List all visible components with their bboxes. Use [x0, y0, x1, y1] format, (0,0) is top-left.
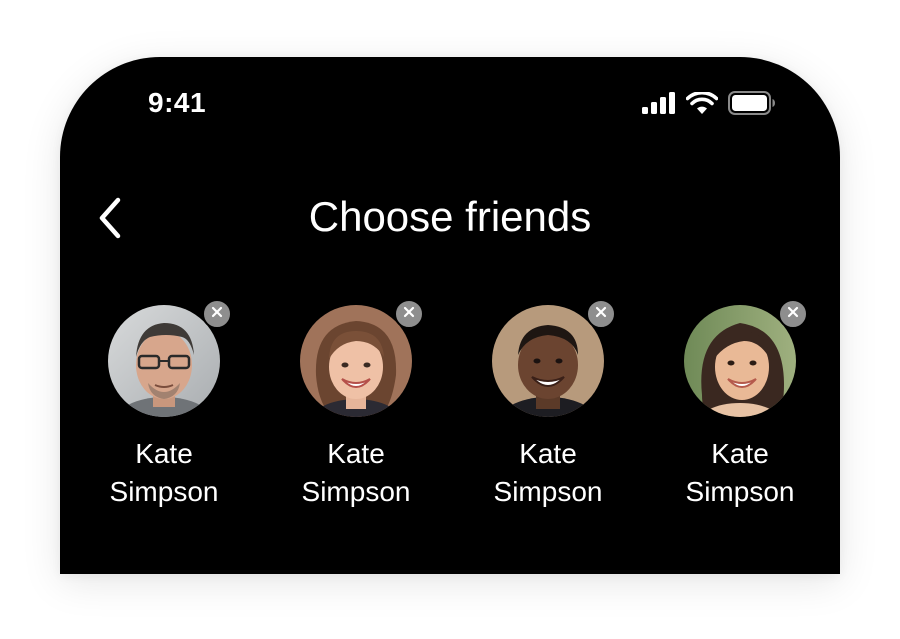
- close-icon: [211, 305, 223, 323]
- close-icon: [595, 305, 607, 323]
- phone-screen: 9:41 Choose friends Kate Simpson Kate Si…: [60, 57, 840, 574]
- friend-item[interactable]: Kate Simpson: [660, 299, 820, 511]
- avatar-wrap: [108, 299, 232, 417]
- page-title: Choose friends: [308, 193, 592, 240]
- avatar-wrap: [300, 299, 424, 417]
- remove-friend-button[interactable]: [778, 299, 808, 329]
- close-icon: [403, 305, 415, 323]
- remove-friend-button[interactable]: [202, 299, 232, 329]
- status-time: 9:41: [148, 87, 207, 118]
- status-icons: [642, 90, 776, 120]
- friend-last-name: Simpson: [685, 476, 795, 507]
- friend-name: Kate Simpson: [84, 435, 244, 511]
- remove-friend-button[interactable]: [394, 299, 424, 329]
- friend-name: Kate Simpson: [468, 435, 628, 511]
- friend-last-name: Simpson: [109, 476, 219, 507]
- friend-item[interactable]: Kate Simpson: [468, 299, 628, 511]
- friend-first-name: Kate: [135, 438, 193, 469]
- avatar-wrap: [684, 299, 808, 417]
- friend-last-name: Simpson: [301, 476, 411, 507]
- remove-friend-button[interactable]: [586, 299, 616, 329]
- wifi-icon: [685, 90, 719, 119]
- avatar-wrap: [492, 299, 616, 417]
- friend-last-name: Simpson: [493, 476, 603, 507]
- battery-icon: [728, 91, 776, 120]
- friend-item[interactable]: Kate Simpson: [276, 299, 436, 511]
- friend-item[interactable]: Kate Simpson: [84, 299, 244, 511]
- selected-friends-list: Kate Simpson Kate Simpson Kate Simpson K…: [60, 299, 840, 515]
- close-icon: [787, 305, 799, 323]
- cellular-signal-icon: [642, 92, 676, 119]
- friend-first-name: Kate: [519, 438, 577, 469]
- friend-name: Kate Simpson: [276, 435, 436, 511]
- friend-name: Kate Simpson: [660, 435, 820, 511]
- friend-first-name: Kate: [327, 438, 385, 469]
- friend-first-name: Kate: [711, 438, 769, 469]
